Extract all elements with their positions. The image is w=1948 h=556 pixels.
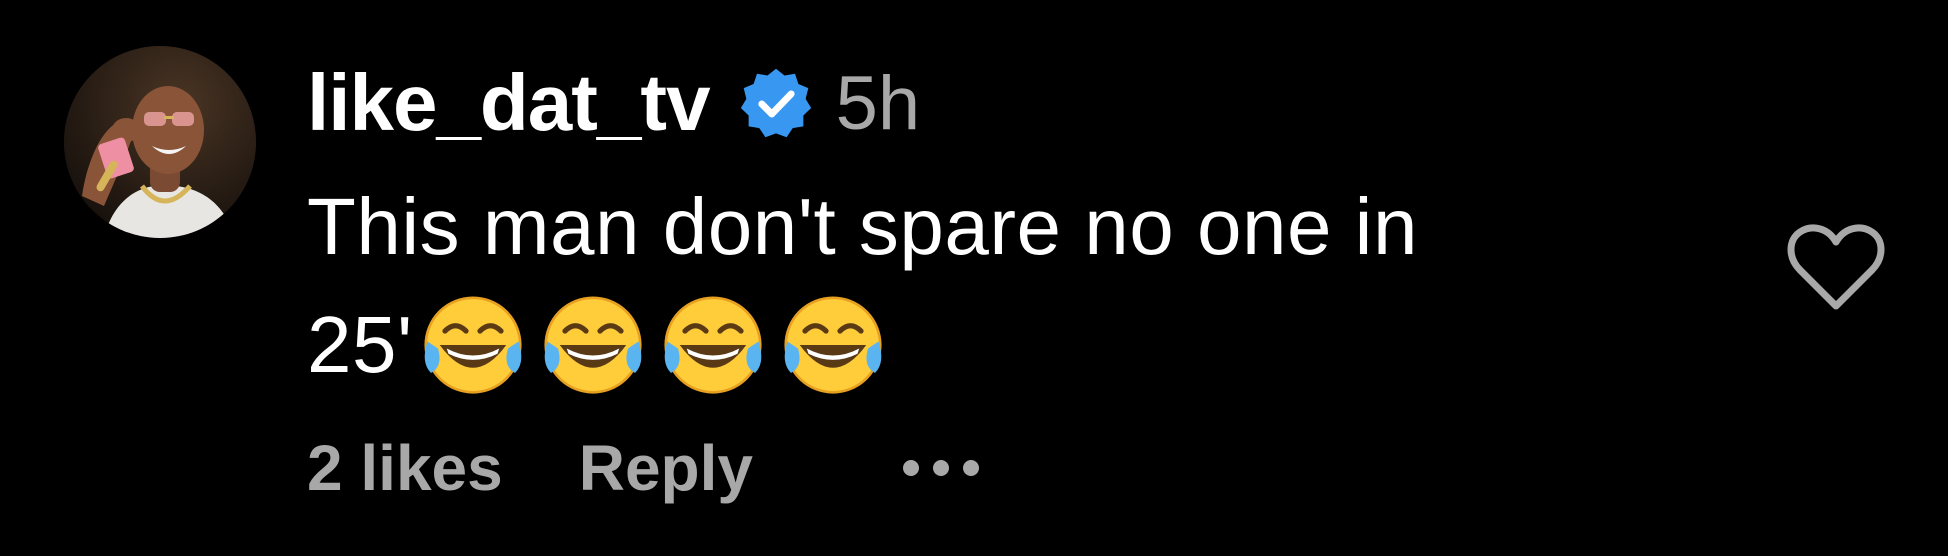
comment-text-line2-prefix: 25'	[307, 300, 413, 389]
ellipsis-icon[interactable]	[903, 448, 979, 488]
comment-footer: 2 likes Reply	[307, 428, 979, 508]
comment-text-line1: This man don't spare no one in	[307, 182, 1418, 271]
comment-text-line2: 25'	[307, 286, 1607, 404]
timestamp: 5h	[835, 60, 921, 146]
face-with-tears-of-joy-emoji	[417, 289, 529, 401]
username[interactable]: like_dat_tv	[307, 57, 711, 149]
avatar[interactable]	[64, 46, 256, 238]
ellipsis-dot	[933, 460, 949, 476]
comment-text: This man don't spare no one in 25'	[307, 168, 1607, 404]
face-with-tears-of-joy-emoji	[777, 289, 889, 401]
comment-header: like_dat_tv 5h	[307, 58, 920, 148]
face-with-tears-of-joy-emoji	[657, 289, 769, 401]
likes-count[interactable]: 2 likes	[307, 431, 503, 505]
ellipsis-dot	[903, 460, 919, 476]
reply-button[interactable]: Reply	[579, 431, 753, 505]
comment-item: like_dat_tv 5h This man don't spare no o…	[0, 0, 1948, 556]
heart-outline-icon[interactable]	[1786, 222, 1886, 312]
face-with-tears-of-joy-emoji	[537, 289, 649, 401]
verified-badge-icon	[738, 65, 814, 141]
ellipsis-dot	[963, 460, 979, 476]
avatar-image	[64, 46, 256, 238]
emoji-row	[417, 289, 897, 401]
